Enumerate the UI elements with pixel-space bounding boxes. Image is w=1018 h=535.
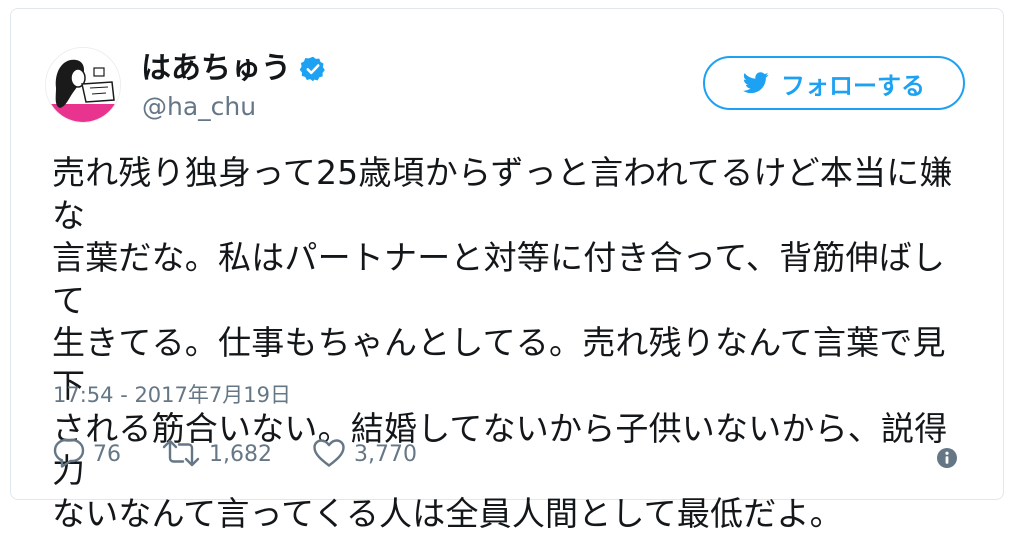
avatar[interactable]	[45, 47, 121, 123]
user-handle[interactable]: @ha_chu	[142, 92, 256, 122]
display-name[interactable]: はあちゅう	[141, 52, 291, 86]
follow-button-label: フォローする	[781, 71, 925, 100]
retweet-action[interactable]: 1,682	[161, 439, 272, 471]
twitter-bird-icon	[743, 72, 769, 94]
heart-icon	[312, 438, 346, 472]
tweet-actions: 76 1,682 3,770	[53, 438, 457, 472]
retweet-count: 1,682	[209, 442, 272, 467]
reply-action[interactable]: 76	[53, 438, 121, 472]
tweet-text: 売れ残り独身って25歳頃からずっと言われてるけど本当に嫌な 言葉だな。私はパート…	[52, 153, 953, 533]
reply-count: 76	[93, 442, 121, 467]
like-action[interactable]: 3,770	[312, 438, 417, 472]
tweet-timestamp[interactable]: 17:54 - 2017年7月19日	[53, 382, 291, 408]
reply-bubble-icon	[53, 438, 85, 472]
avatar-illustration	[46, 48, 120, 122]
user-name-row: はあちゅう	[141, 52, 327, 86]
retweet-icon	[161, 439, 201, 471]
verified-badge-icon	[299, 55, 327, 83]
follow-button[interactable]: フォローする	[703, 56, 965, 110]
like-count: 3,770	[353, 442, 417, 467]
info-icon[interactable]	[935, 446, 959, 470]
